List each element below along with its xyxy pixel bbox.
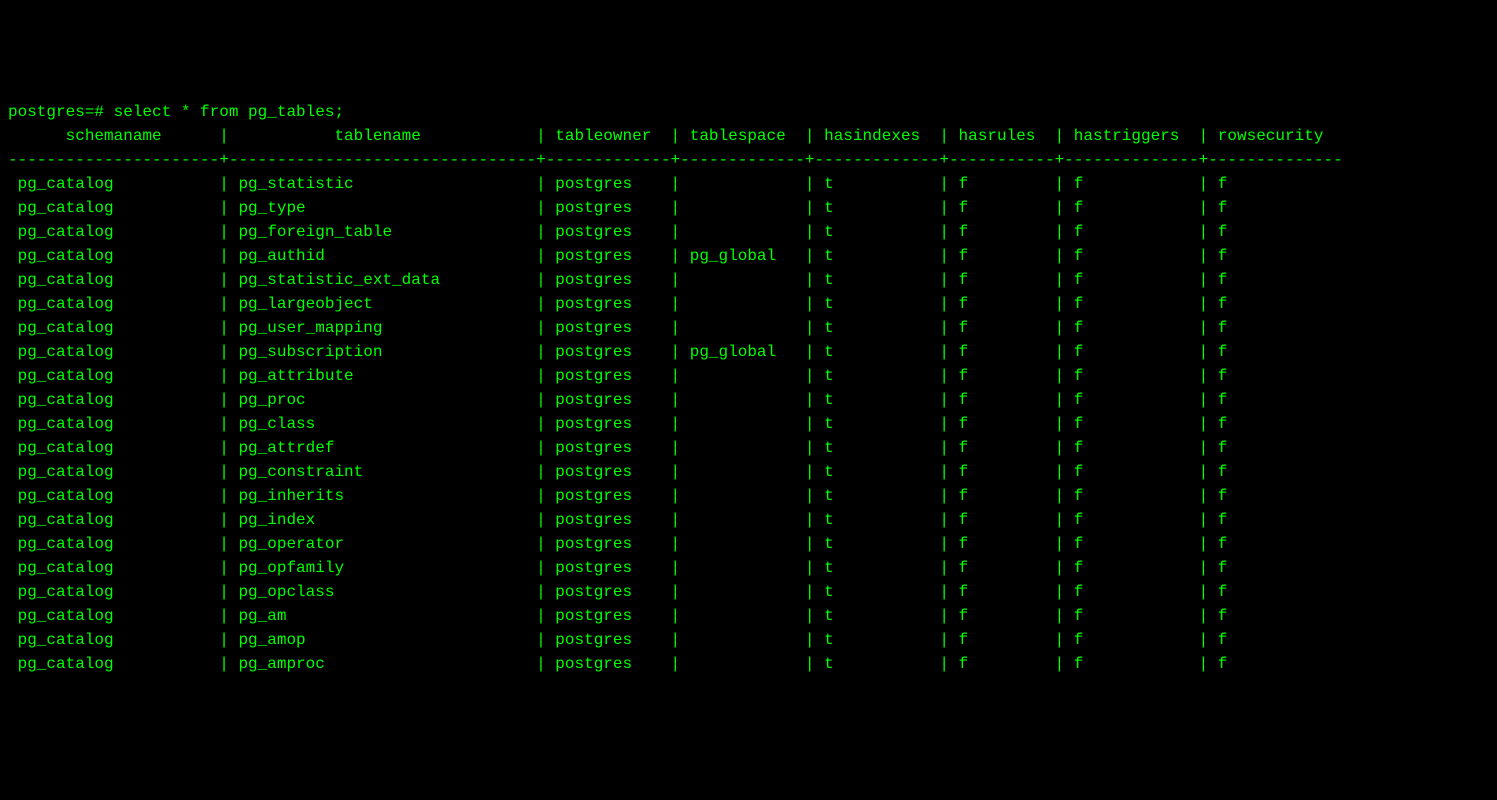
table-row: pg_catalog | pg_largeobject | postgres |… xyxy=(8,292,1489,316)
table-row: pg_catalog | pg_authid | postgres | pg_g… xyxy=(8,244,1489,268)
table-row: pg_catalog | pg_user_mapping | postgres … xyxy=(8,316,1489,340)
table-separator: ----------------------+-----------------… xyxy=(8,148,1489,172)
table-row: pg_catalog | pg_am | postgres | | t | f … xyxy=(8,604,1489,628)
sql-prompt-line: postgres=# select * from pg_tables; xyxy=(8,100,1489,124)
table-row: pg_catalog | pg_class | postgres | | t |… xyxy=(8,412,1489,436)
table-row: pg_catalog | pg_attribute | postgres | |… xyxy=(8,364,1489,388)
table-row: pg_catalog | pg_attrdef | postgres | | t… xyxy=(8,436,1489,460)
table-row: pg_catalog | pg_foreign_table | postgres… xyxy=(8,220,1489,244)
table-row: pg_catalog | pg_proc | postgres | | t | … xyxy=(8,388,1489,412)
table-row: pg_catalog | pg_opfamily | postgres | | … xyxy=(8,556,1489,580)
table-row: pg_catalog | pg_subscription | postgres … xyxy=(8,340,1489,364)
table-row: pg_catalog | pg_statistic_ext_data | pos… xyxy=(8,268,1489,292)
table-header: schemaname | tablename | tableowner | ta… xyxy=(8,124,1489,148)
table-row: pg_catalog | pg_opclass | postgres | | t… xyxy=(8,580,1489,604)
table-row: pg_catalog | pg_operator | postgres | | … xyxy=(8,532,1489,556)
table-row: pg_catalog | pg_statistic | postgres | |… xyxy=(8,172,1489,196)
table-row: pg_catalog | pg_inherits | postgres | | … xyxy=(8,484,1489,508)
terminal-output[interactable]: postgres=# select * from pg_tables; sche… xyxy=(8,100,1489,676)
table-row: pg_catalog | pg_amproc | postgres | | t … xyxy=(8,652,1489,676)
table-row: pg_catalog | pg_amop | postgres | | t | … xyxy=(8,628,1489,652)
table-row: pg_catalog | pg_index | postgres | | t |… xyxy=(8,508,1489,532)
table-row: pg_catalog | pg_constraint | postgres | … xyxy=(8,460,1489,484)
table-row: pg_catalog | pg_type | postgres | | t | … xyxy=(8,196,1489,220)
